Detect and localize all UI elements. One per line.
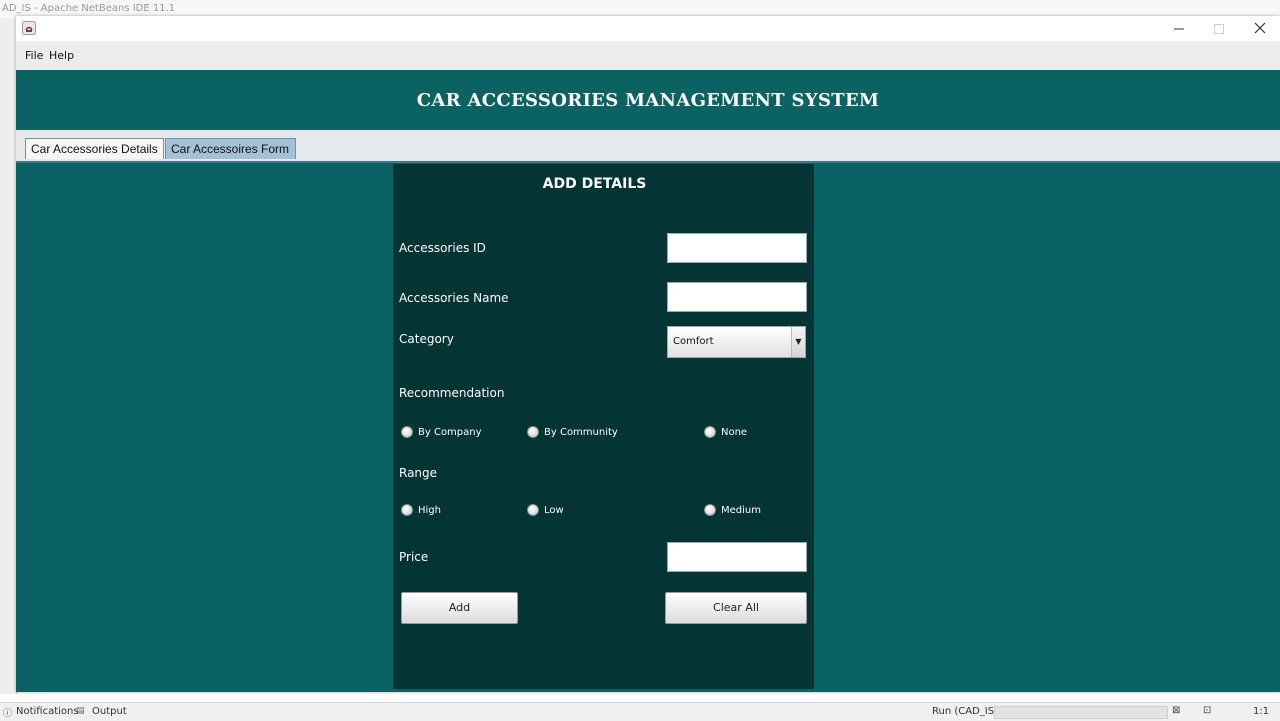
accessories-name-input[interactable] bbox=[667, 282, 807, 312]
tasks-icon[interactable]: ⊡ bbox=[1203, 705, 1211, 716]
ide-project-gutter bbox=[0, 18, 17, 694]
radio-by-company[interactable]: By Company bbox=[401, 426, 482, 438]
radio-circle[interactable] bbox=[704, 426, 716, 438]
radio-high[interactable]: High bbox=[401, 504, 441, 516]
menu-help[interactable]: Help bbox=[49, 49, 74, 62]
stop-icon[interactable]: ⊠ bbox=[1172, 705, 1180, 716]
radio-circle[interactable] bbox=[401, 426, 413, 438]
ide-title: AD_IS - Apache NetBeans IDE 11.1 bbox=[2, 3, 176, 14]
window-title-bar bbox=[16, 16, 1280, 41]
radio-label: Low bbox=[544, 504, 564, 516]
app-window: File Help CAR ACCESSORIES MANAGEMENT SYS… bbox=[16, 16, 1280, 692]
menu-bar: File Help bbox=[16, 41, 1280, 71]
category-select[interactable]: Comfort ▼ bbox=[667, 326, 806, 358]
radio-by-community[interactable]: By Community bbox=[527, 426, 618, 438]
accessories-id-label: Accessories ID bbox=[399, 241, 486, 255]
java-app-icon bbox=[22, 21, 36, 35]
panel-title: ADD DETAILS bbox=[542, 176, 647, 192]
menu-file[interactable]: File bbox=[25, 49, 43, 62]
tab-car-accessories-details[interactable]: Car Accessories Details bbox=[25, 138, 164, 159]
price-label: Price bbox=[399, 550, 429, 564]
category-selected-value: Comfort bbox=[673, 336, 714, 347]
notifications-tab[interactable]: Notifications bbox=[16, 706, 79, 717]
radio-medium[interactable]: Medium bbox=[704, 504, 761, 516]
add-details-panel: ADD DETAILS Accessories ID Accessories N… bbox=[393, 164, 814, 689]
header-banner: CAR ACCESSORIES MANAGEMENT SYSTEM bbox=[16, 70, 1280, 130]
radio-label: None bbox=[721, 426, 748, 438]
range-label: Range bbox=[399, 466, 438, 480]
radio-none[interactable]: None bbox=[704, 426, 747, 438]
add-button[interactable]: Add bbox=[401, 592, 518, 624]
accessories-name-label: Accessories Name bbox=[399, 291, 509, 305]
caret-position: 1:1 bbox=[1253, 706, 1270, 717]
run-status: Run (CAD_IS) bbox=[932, 706, 998, 717]
accessories-id-input[interactable] bbox=[667, 233, 807, 263]
price-input[interactable] bbox=[667, 542, 807, 572]
output-icon: ▤ bbox=[76, 706, 85, 716]
category-label: Category bbox=[399, 332, 454, 346]
output-tab[interactable]: Output bbox=[92, 706, 127, 717]
radio-circle[interactable] bbox=[527, 426, 539, 438]
minimize-icon[interactable] bbox=[1173, 23, 1185, 35]
tab-car-accessories-form[interactable]: Car Accessoires Form bbox=[165, 138, 296, 159]
radio-circle[interactable] bbox=[527, 504, 539, 516]
recommendation-label: Recommendation bbox=[399, 386, 505, 400]
close-icon[interactable] bbox=[1254, 22, 1266, 34]
app-title: CAR ACCESSORIES MANAGEMENT SYSTEM bbox=[416, 89, 880, 111]
radio-label: High bbox=[418, 504, 441, 516]
radio-low[interactable]: Low bbox=[527, 504, 564, 516]
tab-strip: Car Accessories Details Car Accessoires … bbox=[16, 130, 1280, 163]
ide-status-bar: ⓘ Notifications ▤ Output Run (CAD_IS) ⊠ … bbox=[0, 702, 1280, 721]
maximize-icon[interactable] bbox=[1213, 23, 1225, 35]
radio-label: By Company bbox=[418, 426, 482, 438]
notifications-icon[interactable]: ⓘ bbox=[3, 706, 12, 719]
radio-label: Medium bbox=[721, 504, 761, 516]
radio-label: By Community bbox=[544, 426, 618, 438]
progress-bar bbox=[994, 706, 1168, 719]
chevron-down-icon[interactable]: ▼ bbox=[791, 327, 805, 357]
clear-all-button[interactable]: Clear All bbox=[665, 592, 807, 624]
radio-circle[interactable] bbox=[401, 504, 413, 516]
radio-circle[interactable] bbox=[704, 504, 716, 516]
